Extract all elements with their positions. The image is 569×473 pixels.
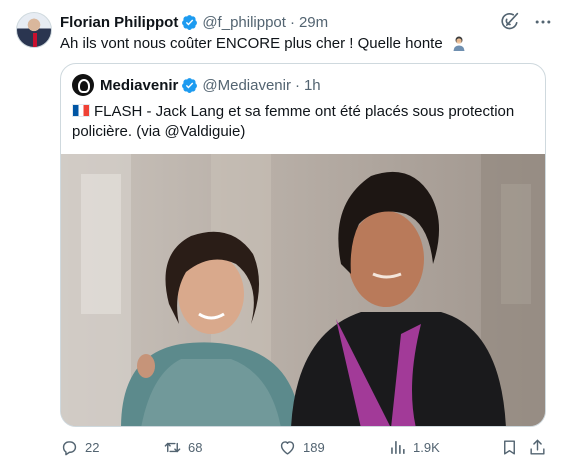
france-flag-icon <box>72 104 90 117</box>
heart-icon <box>280 440 295 455</box>
separator-dot: · <box>294 76 300 94</box>
repost-count: 68 <box>188 439 203 455</box>
tweet-text: Ah ils vont nous coûter ENCORE plus cher… <box>60 35 467 52</box>
quoted-tweet-header: Mediavenir @Mediavenir · 1h <box>72 74 321 96</box>
quoted-author-name: Mediavenir <box>100 76 179 94</box>
repost-icon <box>164 442 181 452</box>
reply-count: 22 <box>85 439 100 455</box>
views-button[interactable]: 1.9K <box>388 436 440 458</box>
bookmark-button[interactable] <box>500 436 519 458</box>
tweet-header: Florian Philippot @f_philippot · 29m <box>60 12 328 32</box>
bookmark-icon <box>504 439 515 455</box>
verified-badge-icon <box>182 77 198 93</box>
tweet-text-content: Ah ils vont nous coûter ENCORE plus cher… <box>60 35 443 52</box>
author-name[interactable]: Florian Philippot <box>60 14 178 31</box>
more-options-icon[interactable] <box>533 12 553 32</box>
share-button[interactable] <box>528 436 547 458</box>
quoted-text-content: FLASH - Jack Lang et sa femme ont été pl… <box>72 103 515 140</box>
repost-button[interactable]: 68 <box>163 436 202 458</box>
separator-dot: · <box>289 13 295 31</box>
quoted-timestamp: 1h <box>303 76 321 94</box>
action-bar: 22 68 189 1.9K <box>60 436 546 458</box>
reply-icon <box>62 440 77 455</box>
quoted-avatar <box>72 74 94 96</box>
quoted-tweet-text: FLASH - Jack Lang et sa femme ont été pl… <box>72 102 534 142</box>
facepalm-emoji-icon <box>453 36 465 51</box>
quoted-tweet[interactable]: Mediavenir @Mediavenir · 1h FLASH - Jack… <box>60 63 546 427</box>
author-handle[interactable]: @f_philippot <box>202 14 286 31</box>
grok-icon[interactable] <box>499 10 521 32</box>
like-count: 189 <box>303 439 325 455</box>
like-button[interactable]: 189 <box>278 436 325 458</box>
avatar[interactable] <box>16 12 52 48</box>
timestamp[interactable]: 29m <box>299 14 328 31</box>
verified-badge-icon <box>182 14 198 30</box>
reply-button[interactable]: 22 <box>60 436 99 458</box>
quoted-author-handle: @Mediavenir <box>202 76 291 94</box>
photo-illustration <box>61 154 545 426</box>
share-icon <box>530 439 545 455</box>
tweet[interactable]: Florian Philippot @f_philippot · 29m Ah … <box>0 0 569 473</box>
views-count: 1.9K <box>413 439 440 455</box>
views-chart-icon <box>391 440 405 454</box>
quoted-photo[interactable] <box>61 154 545 426</box>
